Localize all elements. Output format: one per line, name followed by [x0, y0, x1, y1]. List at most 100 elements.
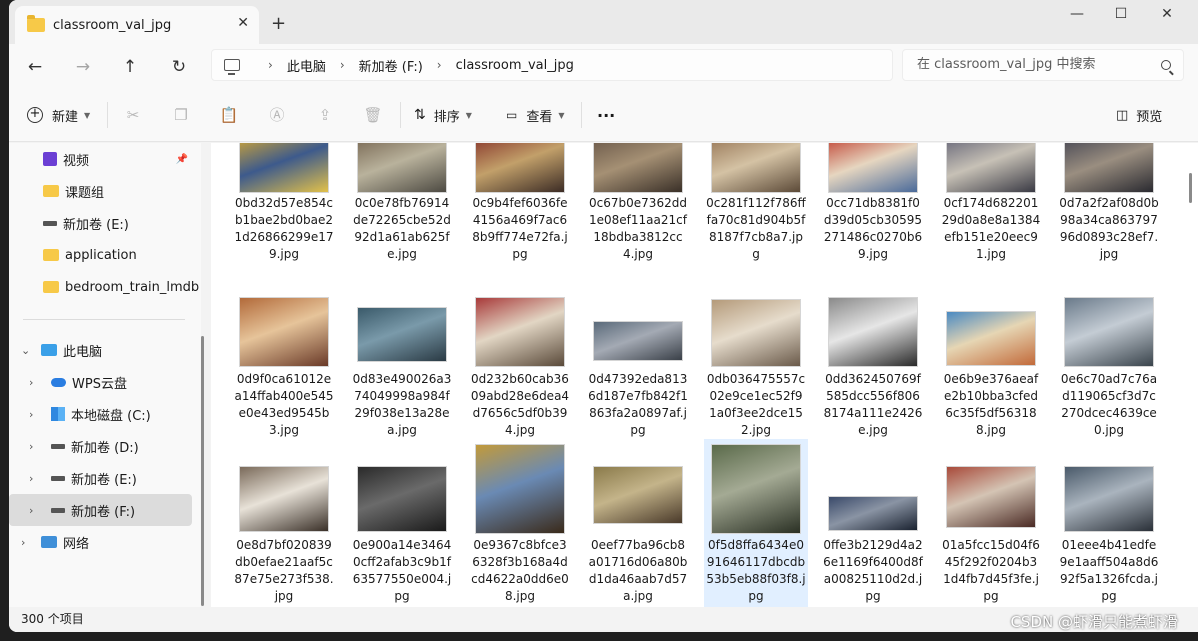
file-item[interactable]: 0c281f112f786fffa70c81d904b5f8187f7cb8a7… [704, 143, 808, 307]
close-button[interactable]: ✕ [1144, 6, 1190, 30]
file-item[interactable]: 0cf174d682201 29d0a8e8a1384efb151e20eec9… [939, 143, 1043, 307]
file-item[interactable]: 0e9367c8bfce36328f3b168a4dcd4622a0dd6e08… [468, 439, 572, 607]
search-input[interactable]: 在 classroom_val_jpg 中搜索 [902, 49, 1184, 81]
share-icon[interactable]: ⇪ [314, 104, 336, 126]
chevron-right-icon[interactable]: › [29, 440, 33, 453]
file-item[interactable]: 0eef77ba96cb8a01716d06a80bd1da46aab7d57a… [586, 439, 690, 607]
file-item[interactable]: 0c0e78fb76914de72265cbe52d92d1a61ab625fe… [350, 143, 454, 307]
file-thumbnail [828, 143, 918, 193]
sidebar-item-wps-cloud[interactable]: › WPS云盘 [9, 366, 192, 398]
new-button[interactable]: + 新建 ▼ [27, 104, 90, 126]
folder-icon [27, 15, 45, 32]
file-thumbnail [711, 444, 801, 534]
minimize-button[interactable]: — [1054, 6, 1100, 30]
search-icon[interactable] [1161, 60, 1171, 70]
file-name: 01a5fcc15d04f645f292f0204b31d4fb7d45f3fe… [942, 538, 1040, 603]
file-name: 0cc71db8381f0d39d05cb30595271486c0270b69… [823, 196, 923, 261]
copy-icon[interactable]: ❐ [170, 104, 192, 126]
sidebar-item-research-group[interactable]: 课题组 [9, 175, 192, 207]
breadcrumb-this-pc[interactable]: 此电脑 [287, 56, 326, 75]
maximize-button[interactable]: ☐ [1098, 6, 1144, 30]
file-item[interactable]: 0d232b60cab3609abd28e6dea4d7656c5df0b394… [468, 291, 572, 461]
cut-icon[interactable]: ✂ [122, 104, 144, 126]
chevron-right-icon[interactable]: › [29, 376, 33, 389]
file-item[interactable]: 0d83e490026a374049998a984f29f038e13a28ea… [350, 291, 454, 461]
breadcrumb-separator: › [436, 58, 442, 72]
chevron-down-icon: ▼ [84, 110, 91, 120]
file-item[interactable]: 0f5d8ffa6434e091646117dbcdb53b5eb88f03f8… [704, 439, 808, 607]
file-thumbnail [711, 143, 801, 193]
file-item[interactable]: 0e6b9e376aeafe2b10bba3cfed6c35f5df563188… [939, 291, 1043, 461]
chevron-right-icon[interactable]: › [29, 408, 33, 421]
sidebar-item-label: bedroom_train_lmdb [65, 279, 200, 295]
sidebar-item-network[interactable]: › 网络 [9, 526, 192, 558]
chevron-right-icon[interactable]: › [21, 536, 25, 549]
up-button[interactable]: ↑ [116, 53, 144, 81]
file-thumbnail [593, 321, 683, 361]
content-scrollbar[interactable] [1189, 173, 1192, 203]
chevron-down-icon[interactable]: ⌄ [21, 344, 30, 357]
folder-icon [43, 249, 59, 261]
watermark: CSDN @虾滑只能煮虾滑 [1010, 613, 1178, 631]
file-thumbnail [239, 143, 329, 193]
sidebar-item-drive-c[interactable]: › 本地磁盘 (C:) [9, 398, 192, 430]
sidebar-item-drive-e[interactable]: › 新加卷 (E:) [9, 462, 192, 494]
address-bar[interactable]: › 此电脑 › 新加卷 (F:) › classroom_val_jpg [211, 49, 893, 81]
breadcrumb-current-folder[interactable]: classroom_val_jpg [456, 58, 574, 73]
paste-icon[interactable]: 📋 [218, 104, 240, 126]
sidebar-item-this-pc[interactable]: ⌄ 此电脑 [9, 334, 192, 366]
tab-classroom-val-jpg[interactable]: classroom_val_jpg ✕ [15, 6, 259, 44]
sidebar-item-drive-e-quick[interactable]: 新加卷 (E:) [9, 207, 192, 239]
file-item[interactable]: 0e900a14e34640cff2afab3c9b1f63577550e004… [350, 439, 454, 607]
file-item[interactable]: 0cc71db8381f0d39d05cb30595271486c0270b69… [821, 143, 925, 307]
chevron-down-icon: ▼ [558, 110, 565, 120]
preview-pane-button[interactable]: ◫ 预览 [1116, 104, 1162, 126]
cloud-icon [51, 377, 66, 387]
sidebar-item-label: 课题组 [65, 185, 105, 201]
sidebar-item-application[interactable]: application [9, 239, 192, 271]
breadcrumb-separator: › [268, 58, 273, 72]
file-item[interactable]: 01a5fcc15d04f645f292f0204b31d4fb7d45f3fe… [939, 439, 1043, 607]
sidebar-scrollbar[interactable] [201, 336, 204, 606]
sidebar-item-videos[interactable]: 视频 📌 [9, 143, 192, 175]
file-item[interactable]: 0c67b0e7362dd1e08ef11aa21cf18bdba3812cc4… [586, 143, 690, 307]
file-thumbnail [1064, 143, 1154, 193]
forward-button[interactable]: → [69, 53, 97, 81]
more-options-button[interactable]: ··· [597, 104, 615, 126]
back-button[interactable]: ← [21, 53, 49, 81]
pin-icon[interactable]: 📌 [176, 154, 188, 165]
delete-icon[interactable]: 🗑 [362, 104, 384, 126]
file-item[interactable]: 0bd32d57e854cb1bae2bd0bae21d26866299e179… [232, 143, 336, 307]
file-item[interactable]: 0d7a2f2af08d0b98a34ca86379796d0893c28ef7… [1057, 143, 1161, 307]
sidebar-item-bedroom-train-lmdb[interactable]: bedroom_train_lmdb [9, 271, 199, 303]
view-button[interactable]: ▭ 查看 ▼ [506, 104, 565, 126]
file-item[interactable]: 0d47392eda8136d187e7fb842f1863fa2a0897af… [586, 291, 690, 461]
file-item[interactable]: 0d9f0ca61012ea14ffab400e545e0e43ed9545b3… [232, 291, 336, 461]
file-item[interactable]: 0db036475557c02e9ce1ec52f91a0f3ee2dce152… [704, 291, 808, 461]
file-item[interactable]: 0c9b4fef6036fe4156a469f7ac68b9ff774e72fa… [468, 143, 572, 307]
rename-icon[interactable]: Ⓐ [266, 104, 288, 126]
close-tab-icon[interactable]: ✕ [237, 15, 249, 31]
file-item[interactable]: 0ffe3b2129d4a26e1169f6400d8fa00825110d2d… [821, 439, 925, 607]
windows-drive-icon [51, 407, 65, 421]
chevron-right-icon[interactable]: › [29, 504, 33, 517]
sort-button[interactable]: ⇅ 排序 ▼ [414, 104, 472, 126]
file-thumbnail [475, 143, 565, 193]
file-item[interactable]: 0e6c70ad7c76ad119065cf3d7c270dcec4639ce0… [1057, 291, 1161, 461]
divider [107, 102, 108, 128]
file-name: 0dd362450769f585dcc556f8068174a111e2426e… [823, 372, 923, 437]
breadcrumb-drive-f[interactable]: 新加卷 (F:) [359, 56, 423, 75]
chevron-right-icon[interactable]: › [29, 472, 33, 485]
file-item[interactable]: 01eee4b41edfe9e1aaff504a8d692f5a1326fcda… [1057, 439, 1161, 607]
new-tab-button[interactable]: + [271, 13, 286, 34]
sidebar-item-drive-d[interactable]: › 新加卷 (D:) [9, 430, 192, 462]
file-item[interactable]: 0e8d7bf020839db0efae21aaf5c87e75e273f538… [232, 439, 336, 607]
refresh-button[interactable]: ↻ [165, 53, 193, 81]
file-thumbnail [475, 444, 565, 534]
sidebar-item-drive-f[interactable]: › 新加卷 (F:) [9, 494, 192, 526]
item-count: 300 个项目 [21, 612, 84, 626]
file-name: 0d47392eda8136d187e7fb842f1863fa2a0897af… [588, 372, 688, 437]
sort-icon: ⇅ [414, 107, 426, 123]
file-item[interactable]: 0dd362450769f585dcc556f8068174a111e2426e… [821, 291, 925, 461]
file-thumbnail [711, 299, 801, 367]
